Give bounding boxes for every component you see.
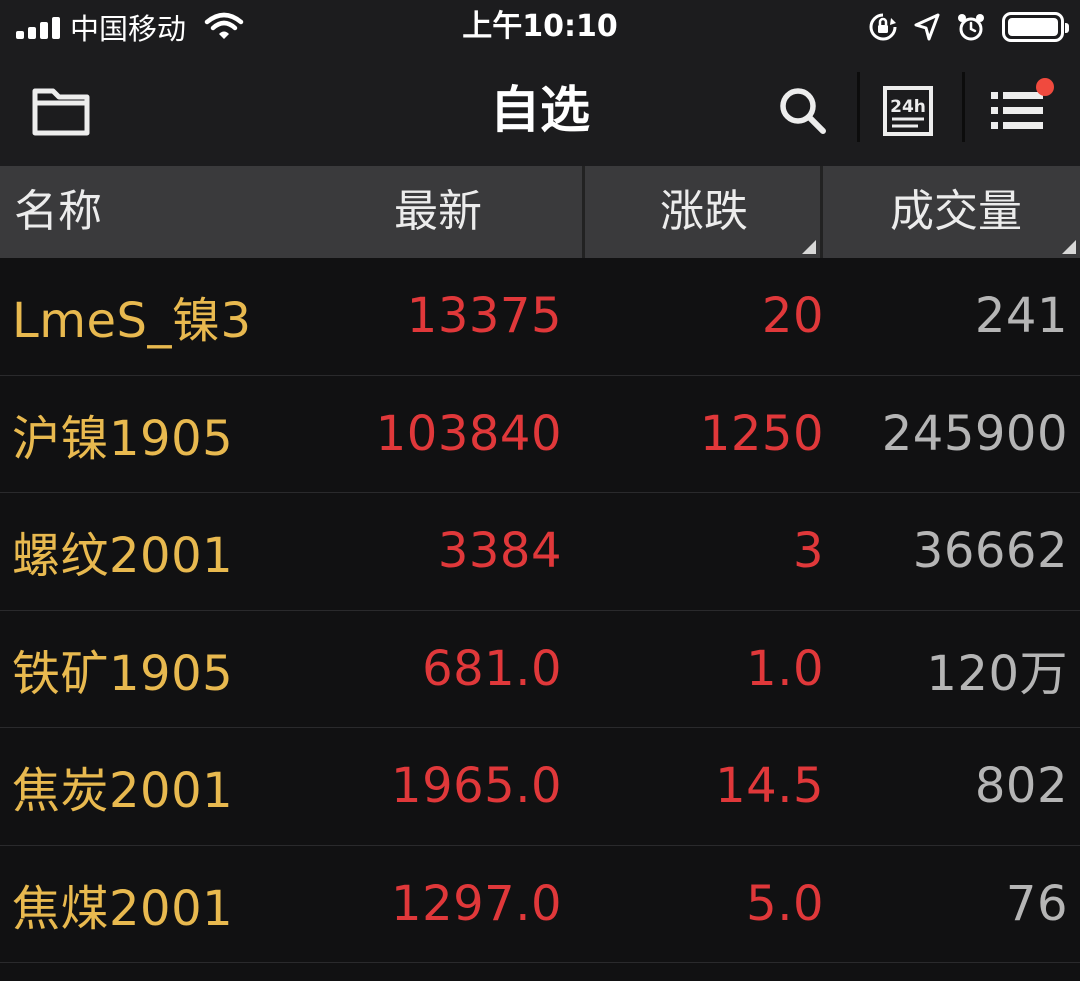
- latest-price: 103840: [375, 405, 562, 462]
- table-row[interactable]: 焦炭2001 1965.0 14.5 802: [0, 728, 1080, 846]
- header-name: 名称: [14, 186, 102, 237]
- contract-name: 铁矿1905: [12, 645, 234, 702]
- contract-name: 沪镍1905: [12, 410, 234, 467]
- nav-bar: 自选 24h: [0, 54, 1080, 166]
- search-icon: [780, 88, 826, 134]
- search-button[interactable]: [768, 76, 838, 146]
- nav-divider: [857, 72, 860, 142]
- news-24h-button[interactable]: 24h: [873, 76, 943, 146]
- header-volume-sort[interactable]: 成交量: [820, 166, 1080, 258]
- volume: 36662: [912, 523, 1068, 580]
- contract-name: 焦炭2001: [12, 763, 234, 820]
- latest-price: 1297.0: [391, 875, 562, 932]
- watchlist-table: LmeS_镍3 13375 20 241 沪镍1905 103840 1250 …: [0, 258, 1080, 963]
- contract-name: 焦煤2001: [12, 880, 234, 937]
- battery-icon: [1002, 12, 1069, 42]
- price-change: 1250: [699, 405, 824, 462]
- alarm-icon: [958, 14, 984, 41]
- orientation-lock-icon: [869, 13, 897, 41]
- price-change: 1.0: [746, 640, 824, 697]
- latest-price: 681.0: [422, 640, 562, 697]
- 24h-label: 24h: [890, 97, 926, 117]
- table-row[interactable]: 铁矿1905 681.0 1.0 120万: [0, 611, 1080, 728]
- status-bar: 中国移动 上午10:10: [0, 0, 1080, 54]
- price-change: 5.0: [746, 875, 824, 932]
- notification-dot: [1036, 78, 1054, 96]
- price-change: 14.5: [715, 758, 824, 815]
- volume: 241: [974, 288, 1068, 345]
- volume: 245900: [881, 405, 1068, 462]
- volume: 120万: [926, 645, 1068, 702]
- 24h-icon: 24h: [883, 86, 933, 136]
- header-latest: 最新: [394, 186, 482, 237]
- contract-name: LmeS_镍3: [12, 293, 252, 350]
- price-change: 3: [792, 523, 824, 580]
- nav-divider: [962, 72, 965, 142]
- watchlist-screen: 中国移动 上午10:10 自选 24h 名称 最新 涨跌 成交量 LmeS_镍3…: [0, 0, 1080, 981]
- table-row[interactable]: 沪镍1905 103840 1250 245900: [0, 376, 1080, 493]
- status-right: [868, 8, 1069, 46]
- volume: 802: [974, 758, 1068, 815]
- table-row[interactable]: 焦煤2001 1297.0 5.0 76: [0, 846, 1080, 963]
- price-change: 20: [761, 288, 824, 345]
- header-volume-label: 成交量: [890, 186, 1022, 237]
- latest-price: 1965.0: [391, 758, 562, 815]
- header-change-label: 涨跌: [660, 186, 748, 237]
- sort-corner-icon: [1062, 240, 1076, 254]
- location-arrow-icon: [914, 13, 940, 41]
- table-row[interactable]: 螺纹2001 3384 3 36662: [0, 493, 1080, 611]
- header-change-sort[interactable]: 涨跌: [582, 166, 820, 258]
- table-header: 名称 最新 涨跌 成交量: [0, 166, 1080, 258]
- latest-price: 3384: [437, 523, 562, 580]
- sort-corner-icon: [802, 240, 816, 254]
- volume: 76: [1005, 875, 1068, 932]
- contract-name: 螺纹2001: [12, 528, 234, 585]
- table-row[interactable]: LmeS_镍3 13375 20 241: [0, 258, 1080, 376]
- menu-button[interactable]: [978, 76, 1058, 146]
- latest-price: 13375: [406, 288, 562, 345]
